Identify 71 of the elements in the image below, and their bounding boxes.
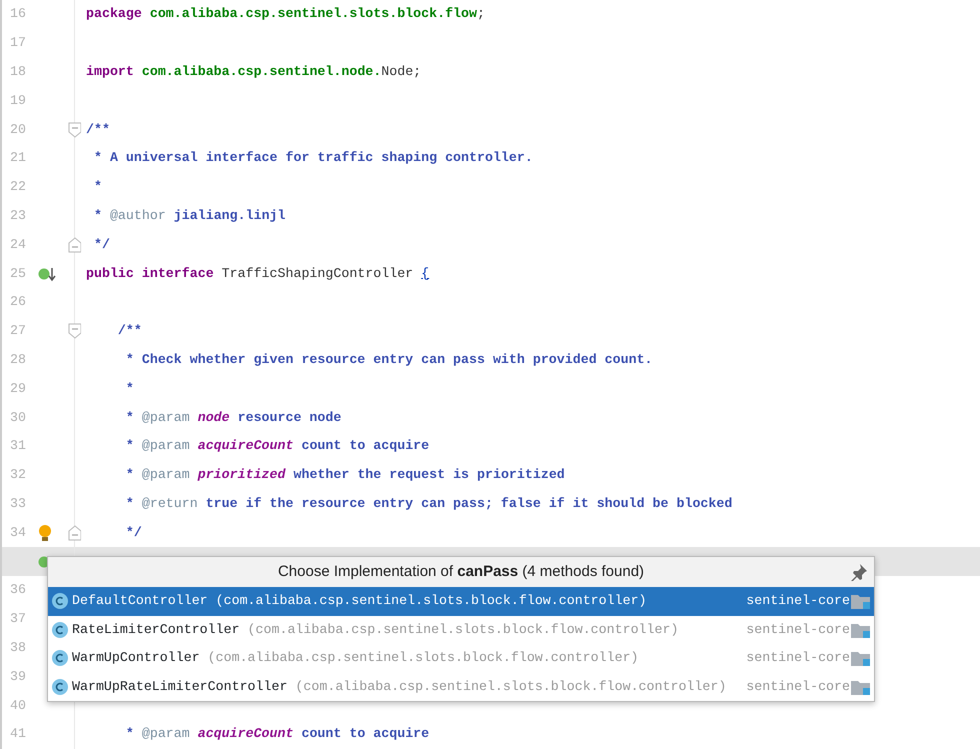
line-number: 36 (10, 582, 26, 598)
line-number: 41 (10, 726, 26, 742)
class-icon (51, 678, 69, 696)
line-number: 19 (10, 92, 26, 108)
line-number: 30 (10, 410, 26, 425)
package-name: (com.alibaba.csp.sentinel.slots.block.flow.controller) (214, 592, 647, 610)
line-number: 24 (10, 236, 26, 252)
module-name: sentinel-core (746, 649, 850, 668)
code-line: * @param acquireCount count to acquire (124, 437, 430, 456)
implementation-item[interactable]: WarmUpController (com.alibaba.csp.sentinel.slots.block.flow.controller) sentinel-core (48, 644, 874, 672)
line-number: 39 (10, 668, 26, 684)
class-icon (51, 620, 69, 639)
fold-icon[interactable] (68, 524, 81, 541)
code-line: * @param node resource node (124, 408, 342, 427)
code-line: * Check whether given resource entry can pass with provided count. (124, 350, 653, 369)
class-name: DefaultController (72, 592, 208, 610)
class-name: WarmUpController (72, 649, 200, 668)
fold-icon[interactable] (68, 236, 81, 253)
package-name: (com.alibaba.csp.sentinel.slots.block.flow.controller) (294, 678, 726, 696)
line-number: 32 (10, 467, 26, 482)
implementation-item[interactable]: RateLimiterController (com.alibaba.csp.sentinel.slots.block.flow.controller) sentinel-core (48, 616, 874, 644)
folder-icon (850, 592, 872, 610)
class-name: RateLimiterController (72, 620, 240, 639)
package-name: (com.alibaba.csp.sentinel.slots.block.flow.controller) (206, 649, 639, 668)
line-number: 16 (10, 6, 26, 22)
implementation-item[interactable]: DefaultController (com.alibaba.csp.sentinel.slots.block.flow.controller) sentinel-core (48, 587, 874, 616)
code-line: * @author jialiang.linjl (92, 207, 286, 225)
line-number: 37 (10, 611, 26, 626)
line-number: 38 (10, 640, 26, 655)
code-line: import com.alibaba.csp.sentinel.node.Node; (86, 63, 422, 82)
pin-icon[interactable] (850, 563, 868, 581)
fold-icon[interactable] (68, 122, 81, 138)
line-number: 20 (10, 122, 26, 137)
code-line: * A universal interface for traffic shaping controller. (92, 149, 533, 168)
line-number: 25 (10, 266, 26, 281)
line-number: 26 (10, 294, 26, 310)
line-number: 23 (10, 208, 26, 223)
line-number: 17 (10, 35, 26, 50)
package-name: (com.alibaba.csp.sentinel.slots.block.flow.controller) (246, 620, 678, 639)
line-number: 18 (10, 64, 26, 80)
code-line: * (92, 178, 102, 196)
fold-icon[interactable] (68, 323, 81, 340)
popup-title: Choose Implementation of canPass (4 methods found) (278, 562, 644, 582)
line-number: 21 (10, 150, 26, 166)
module-name: sentinel-core (746, 678, 850, 696)
module-name: sentinel-core (746, 620, 850, 639)
line-number: 29 (10, 380, 26, 396)
class-icon (51, 592, 69, 610)
code-line: /** (116, 322, 142, 340)
line-number: 28 (10, 352, 26, 367)
code-line: * @param prioritized whether the request is prioritized (124, 466, 565, 484)
line-number: 22 (10, 179, 26, 194)
class-icon (51, 649, 69, 668)
code-line: /** (86, 120, 110, 139)
module-name: sentinel-core (746, 592, 850, 610)
line-number: 31 (10, 438, 26, 454)
class-name: WarmUpRateLimiterController (72, 678, 288, 696)
line-number: 33 (10, 496, 26, 511)
code-line: * (124, 380, 134, 398)
code-line: * @param acquireCount count to acquire (124, 725, 430, 744)
line-number: 34 (10, 524, 26, 540)
folder-icon (850, 649, 872, 668)
code-line: */ (92, 236, 110, 254)
line-number: 40 (10, 698, 26, 713)
lightbulb-icon[interactable] (38, 524, 52, 542)
implementation-item[interactable]: WarmUpRateLimiterController (com.alibaba.csp.sentinel.slots.block.flow.controller) sentinel-core (48, 672, 874, 701)
code-line: public interface TrafficShapingController { (86, 264, 430, 283)
code-line: package com.alibaba.csp.sentinel.slots.block.flow; (86, 5, 485, 24)
code-line: */ (124, 524, 142, 542)
code-line: * @return true if the resource entry can pass; false if it should be blocked (124, 494, 732, 513)
line-number: 27 (10, 323, 26, 338)
